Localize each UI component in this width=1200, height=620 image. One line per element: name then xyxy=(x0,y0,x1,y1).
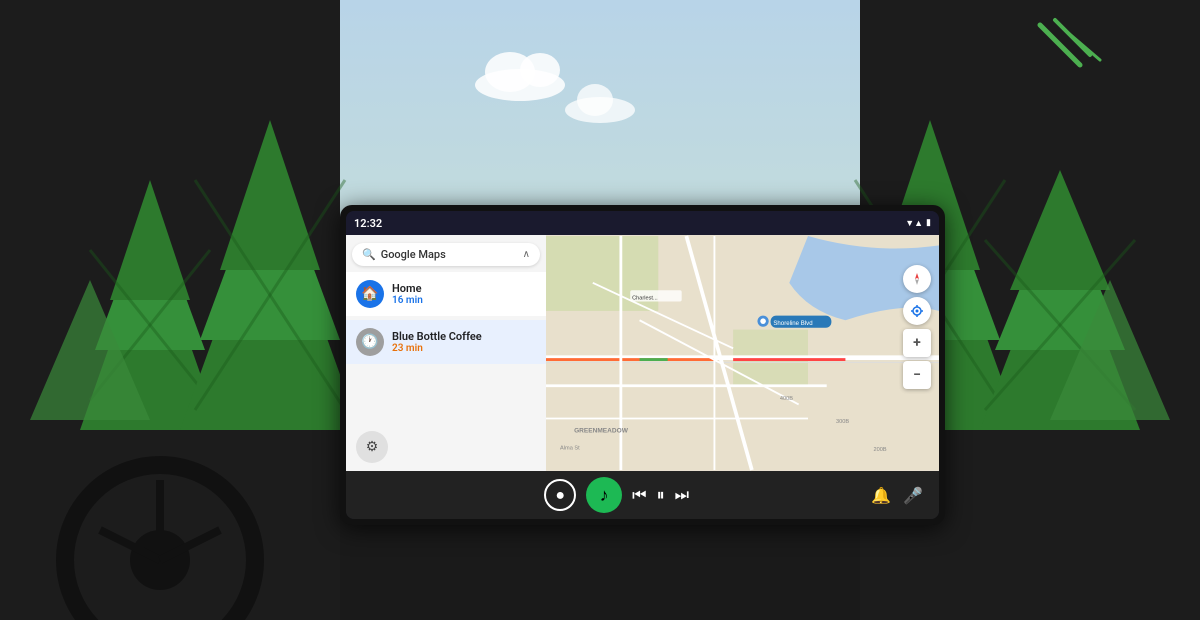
settings-button[interactable]: ⚙ xyxy=(356,431,388,463)
home-icon: 🏠 xyxy=(356,280,384,308)
maps-panel: 🔍 Google Maps ∧ 🏠 Home 16 min 🕐 xyxy=(346,235,546,471)
signal-icon: ▼▲ xyxy=(905,218,923,229)
status-time: 12:32 xyxy=(354,217,382,230)
panel-spacer xyxy=(346,366,546,423)
circle-icon: ● xyxy=(555,485,565,505)
nav-info-coffee: Blue Bottle Coffee 23 min xyxy=(392,330,482,354)
spotify-button[interactable]: ♪ xyxy=(586,477,622,513)
nav-info-home: Home 16 min xyxy=(392,282,423,306)
media-controls: ● ♪ ⏮ ⏸ ⏭ xyxy=(362,477,871,513)
map-svg: GREENMEADOW Charlest... Shoreline Blvd 4… xyxy=(546,235,939,471)
compass-button[interactable] xyxy=(903,265,931,293)
pause-icon: ⏸ xyxy=(657,485,665,505)
screen-main: 🔍 Google Maps ∧ 🏠 Home 16 min 🕐 xyxy=(346,235,939,471)
prev-icon: ⏮ xyxy=(632,485,646,505)
android-auto-button[interactable]: ● xyxy=(544,479,576,511)
search-bar-content: 🔍 Google Maps xyxy=(362,248,446,261)
search-bar[interactable]: 🔍 Google Maps ∧ xyxy=(352,243,540,266)
home-label: Home xyxy=(392,282,423,295)
svg-text:400B: 400B xyxy=(780,396,793,402)
recent-icon: 🕐 xyxy=(356,328,384,356)
zoom-in-button[interactable]: + xyxy=(903,329,931,357)
prev-button[interactable]: ⏮ xyxy=(632,485,646,505)
location-button[interactable] xyxy=(903,297,931,325)
svg-text:GREENMEADOW: GREENMEADOW xyxy=(574,428,629,435)
chevron-up-icon[interactable]: ∧ xyxy=(523,249,530,260)
svg-text:200B: 200B xyxy=(874,447,887,453)
status-icons: ▼▲ ▮ xyxy=(905,218,931,229)
coffee-label: Blue Bottle Coffee xyxy=(392,330,482,343)
next-button[interactable]: ⏭ xyxy=(675,485,689,505)
svg-text:Charlest...: Charlest... xyxy=(632,296,658,302)
status-bar: 12:32 ▼▲ ▮ xyxy=(346,211,939,235)
right-controls: 🔔 🎤 xyxy=(871,486,923,505)
map-area[interactable]: GREENMEADOW Charlest... Shoreline Blvd 4… xyxy=(546,235,939,471)
car-screen: 12:32 ▼▲ ▮ 🔍 Google Maps ∧ xyxy=(346,211,939,519)
map-controls: + − xyxy=(903,265,931,389)
home-time: 16 min xyxy=(392,295,423,306)
bottom-bar: ● ♪ ⏮ ⏸ ⏭ 🔔 xyxy=(346,471,939,519)
pause-button[interactable]: ⏸ xyxy=(657,485,665,505)
bell-button[interactable]: 🔔 xyxy=(871,486,891,505)
next-icon: ⏭ xyxy=(675,485,689,505)
svg-text:Alma St: Alma St xyxy=(560,445,580,451)
spotify-icon: ♪ xyxy=(600,485,609,506)
coffee-time: 23 min xyxy=(392,343,482,354)
search-icon: 🔍 xyxy=(362,248,376,261)
battery-icon: ▮ xyxy=(926,218,931,228)
nav-item-home[interactable]: 🏠 Home 16 min xyxy=(346,272,546,316)
svg-text:300B: 300B xyxy=(836,419,849,425)
nav-item-blue-bottle[interactable]: 🕐 Blue Bottle Coffee 23 min xyxy=(346,320,546,364)
app-name-label: Google Maps xyxy=(381,248,446,261)
svg-text:Shoreline Blvd: Shoreline Blvd xyxy=(773,320,812,327)
mic-button[interactable]: 🎤 xyxy=(903,486,923,505)
zoom-out-button[interactable]: − xyxy=(903,361,931,389)
car-screen-frame: 12:32 ▼▲ ▮ 🔍 Google Maps ∧ xyxy=(340,205,945,525)
